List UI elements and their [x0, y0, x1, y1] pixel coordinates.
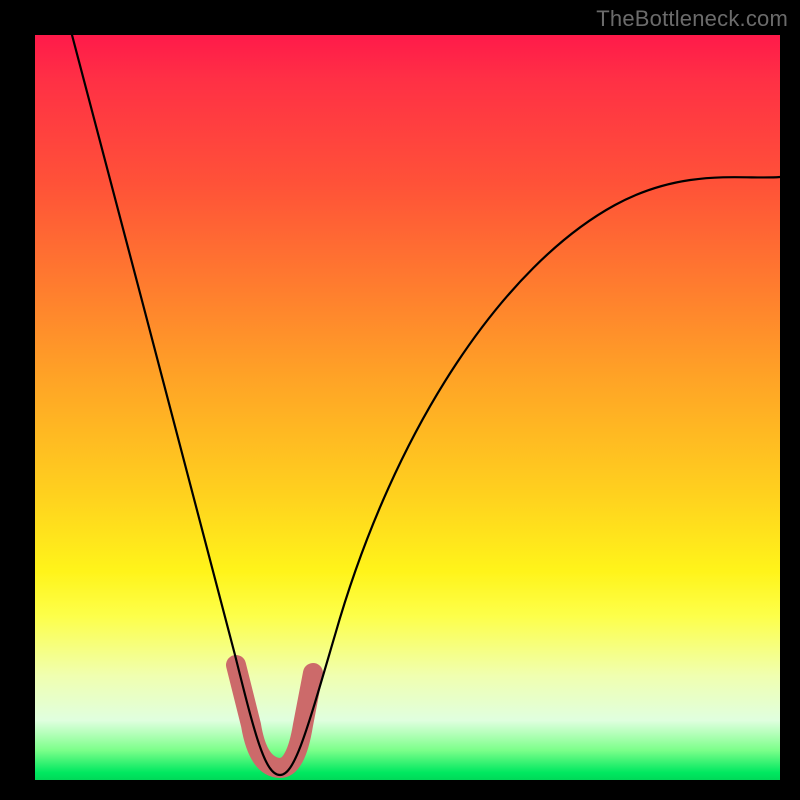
- bottleneck-curve-path: [72, 35, 780, 775]
- bottleneck-curve-svg: [35, 35, 780, 780]
- watermark-text: TheBottleneck.com: [596, 6, 788, 32]
- plot-area: [35, 35, 780, 780]
- trough-marker: [236, 665, 313, 768]
- chart-frame: TheBottleneck.com: [0, 0, 800, 800]
